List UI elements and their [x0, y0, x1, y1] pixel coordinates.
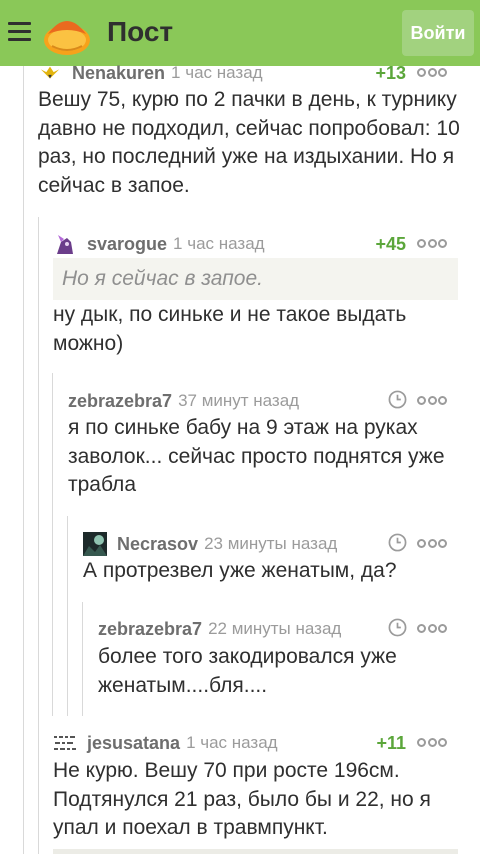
comment-time: 22 минуты назад — [208, 619, 342, 638]
comment-time: 1 час назад — [171, 63, 263, 82]
comment-text: ну дык, по синьке и не такое выдать можн… — [53, 303, 407, 355]
comment-meta: Nenakuren 1 час назад — [38, 60, 263, 86]
thread-line — [23, 66, 24, 854]
more-dots-icon[interactable] — [417, 539, 447, 549]
pikabu-logo[interactable] — [42, 10, 92, 56]
clock-icon — [388, 618, 407, 637]
thread-line — [38, 217, 39, 854]
more-dots-icon[interactable] — [417, 68, 447, 78]
hamburger-menu-icon[interactable] — [8, 21, 31, 43]
comment-rating: +13 — [375, 63, 406, 83]
thread-line — [82, 602, 83, 716]
comment-rating: +11 — [376, 733, 406, 753]
login-button[interactable]: Войти — [402, 10, 474, 56]
app-header: Пост Войти — [0, 0, 480, 66]
comment-author[interactable]: jesusatana — [87, 733, 180, 754]
comment-meta: zebrazebra7 37 минут назад — [68, 388, 299, 414]
user-avatar[interactable] — [83, 532, 107, 556]
comment-meta: jesusatana 1 час назад — [53, 730, 278, 756]
page-title: Пост — [107, 16, 174, 47]
user-avatar[interactable] — [53, 731, 77, 755]
comment-quote: Но я сейчас в запое. — [53, 258, 458, 300]
user-avatar[interactable] — [38, 62, 62, 84]
comment-time: 1 час назад — [173, 234, 265, 253]
more-dots-icon[interactable] — [417, 738, 447, 748]
clock-icon — [388, 533, 407, 552]
thread-line — [52, 373, 53, 716]
comment-divider — [53, 849, 458, 854]
comment-time: 23 минуты назад — [204, 534, 338, 553]
comment-author[interactable]: Necrasov — [117, 534, 198, 555]
more-dots-icon[interactable] — [417, 624, 447, 634]
more-dots-icon[interactable] — [417, 396, 447, 406]
comment-author[interactable]: Nenakuren — [72, 63, 165, 84]
comment-text: Вешу 75, курю по 2 пачки в день, к турни… — [38, 88, 460, 197]
comment-author[interactable]: zebrazebra7 — [68, 391, 172, 412]
clock-icon — [388, 390, 407, 409]
comment-meta: svarogue 1 час назад — [53, 231, 265, 257]
comment-time: 37 минут назад — [178, 391, 300, 410]
comment-rating: +45 — [375, 234, 406, 254]
comment-text: более того закодировался уже женатым....… — [98, 645, 397, 697]
thread-line — [67, 516, 68, 716]
user-avatar[interactable] — [53, 232, 77, 256]
comment-time: 1 час назад — [186, 733, 278, 752]
more-dots-icon[interactable] — [417, 239, 447, 249]
comment-author[interactable]: zebrazebra7 — [98, 619, 202, 640]
comment-author[interactable]: svarogue — [87, 234, 167, 255]
comment-meta: zebrazebra7 22 минуты назад — [98, 616, 341, 642]
comment-text: я по синьке бабу на 9 этаж на руках заво… — [68, 416, 445, 496]
comment-text: Не курю. Вешу 70 при росте 196см. Подтян… — [53, 759, 431, 839]
comment-text: А протрезвел уже женатым, да? — [83, 559, 397, 582]
comment-meta: Necrasov 23 минуты назад — [83, 531, 337, 557]
